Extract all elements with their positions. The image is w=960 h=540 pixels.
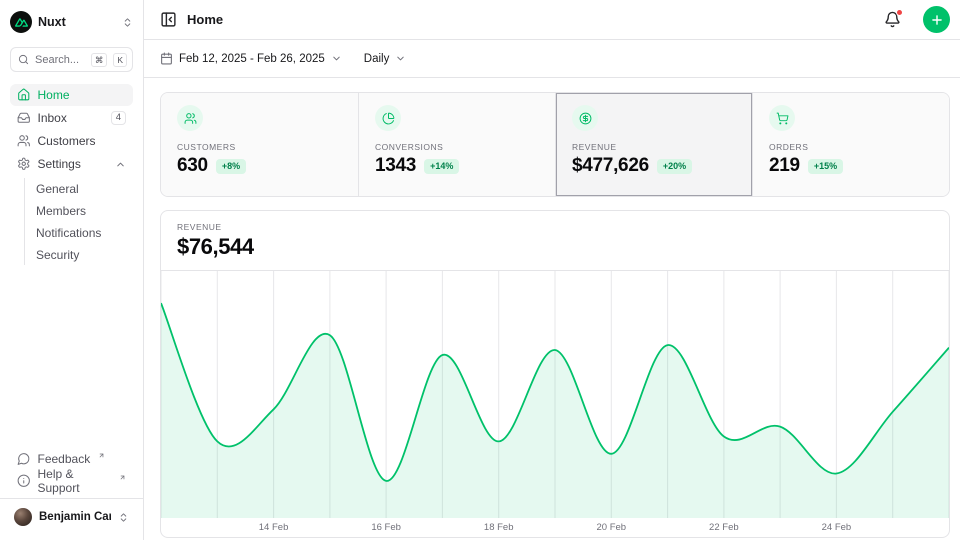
info-icon — [17, 474, 31, 488]
chevron-up-icon — [115, 159, 126, 170]
stats-row: CUSTOMERS 630 +8% CONVERSIONS 1343 +14% … — [160, 92, 950, 197]
sidebar-item-customers[interactable]: Customers — [10, 130, 133, 152]
search-placeholder: Search... — [35, 54, 85, 66]
sidebar-subitem-notifications[interactable]: Notifications — [29, 222, 133, 243]
stat-card-revenue[interactable]: REVENUE $477,626 +20% — [555, 93, 752, 196]
chevron-down-icon — [331, 53, 342, 64]
sidebar-nav: Home Inbox4 Customers Settings GeneralMem… — [10, 84, 133, 267]
user-menu[interactable]: Benjamin Canac — [10, 504, 133, 530]
house-icon — [17, 88, 31, 102]
chart-header: REVENUE $76,544 — [161, 211, 949, 271]
arrow-up-right-icon — [119, 474, 126, 481]
date-range-picker[interactable]: Feb 12, 2025 - Feb 26, 2025 — [160, 52, 342, 65]
search-input[interactable]: Search... ⌘ K — [10, 47, 133, 72]
user-name: Benjamin Canac — [39, 511, 111, 523]
chevrons-up-down-icon — [118, 512, 129, 523]
avatar — [14, 508, 32, 526]
pie-chart-icon — [382, 112, 395, 125]
granularity-select[interactable]: Daily — [364, 53, 407, 65]
stat-value: 219 — [769, 155, 800, 177]
granularity-label: Daily — [364, 53, 390, 65]
sidebar-subitem-members[interactable]: Members — [29, 200, 133, 221]
add-button[interactable] — [923, 6, 950, 33]
stat-card-orders[interactable]: ORDERS 219 +15% — [752, 93, 949, 196]
revenue-chart-card: REVENUE $76,544 14 Feb 16 Feb 18 Feb 20 Feb… — [160, 210, 950, 538]
users-icon — [17, 134, 31, 148]
main-area: Home Feb 12, 2025 - Feb 26, 2025 Daily — [144, 0, 960, 540]
chart-label: REVENUE — [177, 222, 933, 232]
collapse-sidebar-button[interactable] — [160, 11, 177, 28]
sidebar-subitem-security[interactable]: Security — [29, 244, 133, 265]
workspace-selector[interactable]: Nuxt — [10, 10, 133, 34]
x-tick-label: 22 Feb — [709, 522, 739, 533]
chevron-down-icon — [395, 53, 406, 64]
app-root: Nuxt Search... ⌘ K Home Inbox4 Customers… — [0, 0, 960, 540]
stat-card-customers[interactable]: CUSTOMERS 630 +8% — [161, 93, 358, 196]
date-range-label: Feb 12, 2025 - Feb 26, 2025 — [179, 53, 325, 65]
stat-value: 1343 — [375, 155, 416, 177]
page-title: Home — [187, 12, 874, 27]
stat-delta-badge: +8% — [216, 159, 246, 174]
calendar-icon — [160, 52, 173, 65]
inbox-count-badge: 4 — [111, 111, 126, 125]
arrow-up-right-icon — [98, 452, 105, 459]
notifications-button[interactable] — [884, 11, 901, 28]
users-icon — [184, 112, 197, 125]
inbox-icon — [17, 111, 31, 125]
divider — [0, 498, 143, 499]
sidebar-item-settings[interactable]: Settings — [10, 153, 133, 175]
content: CUSTOMERS 630 +8% CONVERSIONS 1343 +14% … — [144, 78, 960, 538]
sidebar: Nuxt Search... ⌘ K Home Inbox4 Customers… — [0, 0, 144, 540]
x-tick-label: 18 Feb — [484, 522, 514, 533]
sidebar-subitem-general[interactable]: General — [29, 178, 133, 199]
stat-delta-badge: +15% — [808, 159, 843, 174]
message-icon — [17, 452, 31, 466]
kbd-k: K — [113, 53, 127, 67]
search-icon — [18, 54, 29, 65]
notification-dot — [896, 9, 903, 16]
x-tick-label: 24 Feb — [822, 522, 852, 533]
stat-delta-badge: +14% — [424, 159, 459, 174]
x-tick-label: 14 Feb — [259, 522, 289, 533]
plus-icon — [930, 13, 944, 27]
x-tick-label: 20 Feb — [596, 522, 626, 533]
stat-value: 630 — [177, 155, 208, 177]
x-tick-label: 16 Feb — [371, 522, 401, 533]
stat-value: $477,626 — [572, 155, 649, 177]
sidebar-link-help-support[interactable]: Help & Support — [10, 470, 133, 492]
sidebar-item-inbox[interactable]: Inbox4 — [10, 107, 133, 129]
gear-icon — [17, 157, 31, 171]
page-header: Home — [144, 0, 960, 40]
nuxt-logo-icon — [10, 11, 32, 33]
filter-toolbar: Feb 12, 2025 - Feb 26, 2025 Daily — [144, 40, 960, 78]
settings-submenu: GeneralMembersNotificationsSecurity — [24, 178, 133, 265]
dollar-icon — [579, 112, 592, 125]
kbd-cmd: ⌘ — [91, 53, 108, 67]
sidebar-item-home[interactable]: Home — [10, 84, 133, 106]
stat-delta-badge: +20% — [657, 159, 692, 174]
sidebar-footer: Feedback Help & Support Benjamin Canac — [10, 448, 133, 530]
x-axis: 14 Feb 16 Feb 18 Feb 20 Feb 22 Feb 24 Feb — [161, 518, 949, 538]
revenue-area-chart[interactable]: 14 Feb 16 Feb 18 Feb 20 Feb 22 Feb 24 Feb — [161, 271, 949, 538]
stat-card-conversions[interactable]: CONVERSIONS 1343 +14% — [358, 93, 555, 196]
chevrons-up-down-icon — [122, 17, 133, 28]
workspace-name: Nuxt — [38, 15, 116, 29]
cart-icon — [776, 112, 789, 125]
chart-value: $76,544 — [177, 234, 933, 260]
